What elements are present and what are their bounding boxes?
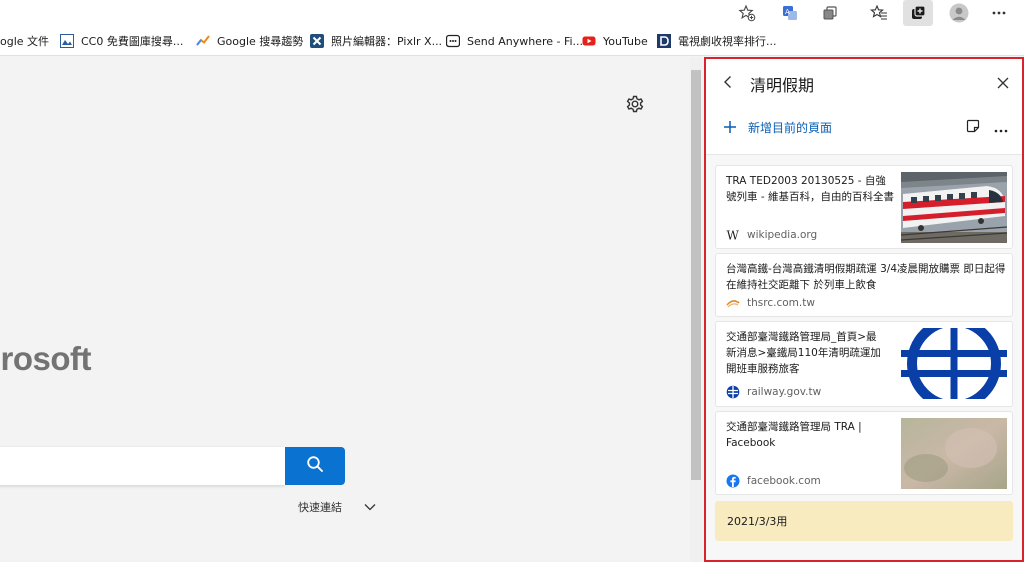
add-favorite-button[interactable] xyxy=(732,0,762,26)
collection-item-source-label: thsrc.com.tw xyxy=(747,297,815,309)
collections-panel: 清明假期 新增目前的頁面 TRA TED2003 20130525 - 自強號列… xyxy=(704,57,1024,562)
browser-toolbar: A xyxy=(0,0,1024,26)
bookmark-label: 照片編輯器：Pixlr X... xyxy=(331,35,443,48)
collection-item-source: thsrc.com.tw xyxy=(726,296,815,310)
collections-button[interactable] xyxy=(903,0,933,26)
bookmark-cc0-images[interactable]: CC0 免費圖庫搜尋... xyxy=(60,32,183,50)
collection-item-source: facebook.com xyxy=(726,474,821,488)
plus-icon xyxy=(722,119,738,135)
gear-icon xyxy=(624,95,646,119)
add-current-page-button[interactable]: 新增目前的頁面 xyxy=(722,117,832,137)
bookmarks-bar: ogle 文件 CC0 免費圖庫搜尋... Google 搜尋趨勢 照片編輯器：… xyxy=(0,26,1024,56)
collection-item-source: W wikipedia.org xyxy=(726,228,818,243)
translate-button[interactable]: A xyxy=(775,0,805,26)
bookmark-label: ogle 文件 xyxy=(0,35,50,48)
search-input[interactable] xyxy=(0,447,285,485)
bookmark-tv-ratings[interactable]: 電視劇收視率排行... xyxy=(657,32,777,50)
chevron-down-icon xyxy=(364,503,376,511)
collection-item-source-label: facebook.com xyxy=(747,475,821,487)
more-horizontal-icon xyxy=(991,10,1007,16)
collections-panel-header: 清明假期 新增目前的頁面 xyxy=(706,59,1022,155)
translate-icon: A xyxy=(781,4,799,22)
bookmark-label: YouTube xyxy=(603,34,648,48)
bookmark-google-docs[interactable]: ogle 文件 xyxy=(0,32,49,50)
microsoft-logo-text: icrosoft xyxy=(0,340,92,377)
close-icon xyxy=(997,74,1009,93)
collection-item-title: 交通部臺灣鐵路管理局_首頁>最新消息>臺鐵局110年清明疏運加開班車服務旅客 xyxy=(726,331,881,375)
tra-icon xyxy=(726,385,740,399)
collection-item[interactable]: 交通部臺灣鐵路管理局 TRA | Facebook facebook.com xyxy=(715,411,1013,495)
collection-item-source: railway.gov.tw xyxy=(726,385,821,399)
star-add-icon xyxy=(738,4,756,22)
add-note-button[interactable] xyxy=(964,118,982,136)
collection-item-title: 交通部臺灣鐵路管理局 TRA | Facebook xyxy=(726,421,862,449)
search-button[interactable] xyxy=(285,447,345,485)
more-horizontal-icon xyxy=(994,118,1008,137)
blurred-image-thumbnail xyxy=(901,418,1007,489)
facebook-icon xyxy=(726,474,740,488)
send-anywhere-icon xyxy=(446,34,460,48)
tab-actions-button[interactable] xyxy=(815,0,845,26)
bookmark-send-anywhere[interactable]: Send Anywhere - Fi... xyxy=(446,32,583,50)
collection-item[interactable]: 交通部臺灣鐵路管理局_首頁>最新消息>臺鐵局110年清明疏運加開班車服務旅客 r… xyxy=(715,321,1013,407)
bookmark-label: Google 搜尋趨勢 xyxy=(217,35,304,48)
collection-item[interactable]: 台灣高鐵-台灣高鐵清明假期疏運 3/4凌晨開放購票 即日起得在維持社交距離下 於… xyxy=(715,253,1013,317)
bookmark-label: CC0 免費圖庫搜尋... xyxy=(81,35,184,48)
youtube-icon xyxy=(582,34,596,48)
collection-item-title: TRA TED2003 20130525 - 自強號列車 - 維基百科，自由的百… xyxy=(726,175,894,203)
image-icon xyxy=(60,34,74,48)
settings-more-button[interactable] xyxy=(984,0,1014,26)
collections-icon xyxy=(909,4,927,22)
search-icon xyxy=(306,455,324,477)
close-panel-button[interactable] xyxy=(992,71,1014,95)
d-icon xyxy=(657,34,671,48)
bookmark-youtube[interactable]: YouTube xyxy=(582,32,648,50)
train-photo-thumbnail xyxy=(901,172,1007,243)
collection-item-title: 台灣高鐵-台灣高鐵清明假期疏運 3/4凌晨開放購票 即日起得在維持社交距離下 於… xyxy=(726,263,1006,291)
wikipedia-icon: W xyxy=(726,228,740,243)
add-current-page-label: 新增目前的頁面 xyxy=(748,120,833,135)
more-options-button[interactable] xyxy=(992,118,1010,136)
scrollbar-thumb[interactable] xyxy=(691,70,701,480)
tabs-icon xyxy=(822,5,838,21)
trends-icon xyxy=(196,34,210,48)
pixlr-icon xyxy=(310,34,324,48)
svg-text:A: A xyxy=(785,8,790,16)
collection-title: 清明假期 xyxy=(750,76,815,95)
bookmark-label: Send Anywhere - Fi... xyxy=(467,34,584,48)
tra-logo-thumbnail xyxy=(901,328,1007,399)
collection-item-source-label: wikipedia.org xyxy=(747,229,818,241)
collection-note[interactable]: 2021/3/3用 xyxy=(715,501,1013,541)
bookmark-label: 電視劇收視率排行... xyxy=(678,35,777,48)
collection-item-source-label: railway.gov.tw xyxy=(747,386,822,398)
page-settings-button[interactable] xyxy=(624,93,646,115)
favorites-star-icon xyxy=(870,4,888,22)
bookmark-google-trends[interactable]: Google 搜尋趨勢 xyxy=(196,32,303,50)
avatar xyxy=(949,3,969,23)
favorites-button[interactable] xyxy=(864,0,894,26)
svg-text:W: W xyxy=(727,229,740,243)
note-icon xyxy=(966,118,980,137)
quick-links-toggle[interactable]: 快速連結 xyxy=(298,499,376,515)
back-button[interactable] xyxy=(718,71,738,95)
profile-button[interactable] xyxy=(944,0,974,26)
thsr-icon xyxy=(726,296,740,310)
chevron-left-icon xyxy=(723,74,733,93)
collection-item[interactable]: TRA TED2003 20130525 - 自強號列車 - 維基百科，自由的百… xyxy=(715,165,1013,249)
bookmark-pixlr[interactable]: 照片編輯器：Pixlr X... xyxy=(310,32,442,50)
note-text: 2021/3/3用 xyxy=(727,515,788,528)
quick-links-label: 快速連結 xyxy=(298,501,342,514)
new-tab-page: icrosoft 快速連結 xyxy=(0,57,690,562)
